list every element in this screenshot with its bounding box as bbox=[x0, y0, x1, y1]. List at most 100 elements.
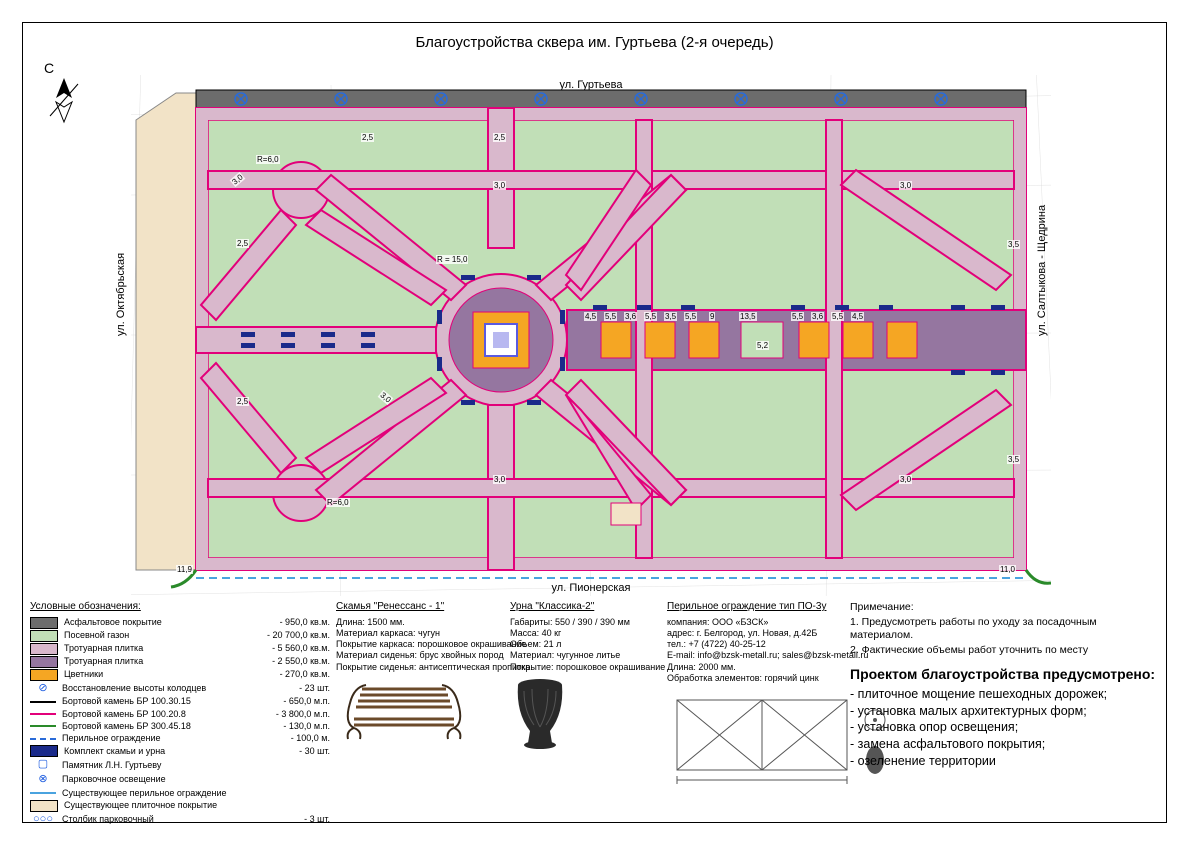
legend-swatch bbox=[30, 701, 56, 703]
dim-30c: 3,0 bbox=[899, 181, 912, 190]
note-line: 2. Фактические объемы работ уточнить по … bbox=[850, 644, 1160, 657]
dim-p135: 13,5 bbox=[739, 312, 757, 321]
scope-line: - плиточное мощение пешеходных дорожек; bbox=[850, 687, 1160, 703]
legend-label: Комплект скамьи и урна bbox=[64, 746, 165, 757]
bench-spec-line: Материал каркаса: чугун bbox=[336, 628, 536, 639]
dim-r2: R=6,0 bbox=[326, 498, 350, 507]
dim-110: 11,0 bbox=[999, 565, 1016, 574]
legend-swatch: ⊘ bbox=[30, 682, 56, 696]
dim-p55b: 5,5 bbox=[644, 312, 657, 321]
legend-label: Бортовой камень БР 100.30.15 bbox=[62, 696, 191, 707]
legend-swatch: ▢ bbox=[30, 758, 56, 772]
legend-heading: Условные обозначения: bbox=[30, 601, 330, 614]
legend-swatch: ○○○ bbox=[30, 813, 56, 827]
dim-35b: 3,5 bbox=[1007, 455, 1020, 464]
legend-label: Существующее плиточное покрытие bbox=[64, 800, 217, 811]
bench-spec-line: Покрытие сиденья: антисептическая пропит… bbox=[336, 662, 536, 673]
legend-value: - 5 560,0 кв.м. bbox=[264, 643, 330, 654]
dim-p55a: 5,5 bbox=[604, 312, 617, 321]
legend-swatch bbox=[30, 630, 58, 642]
dim-p55d: 5,5 bbox=[791, 312, 804, 321]
dim-r1: R=6,0 bbox=[256, 155, 280, 164]
urn-spec-line: Объем: 21 л bbox=[510, 639, 680, 650]
dim-35a: 3,5 bbox=[1007, 240, 1020, 249]
legend-row: Существующее плиточное покрытие bbox=[30, 800, 330, 812]
legend-label: Цветники bbox=[64, 669, 103, 680]
bench-icon bbox=[336, 673, 536, 743]
dim-p52: 5,2 bbox=[756, 341, 769, 350]
dim-p45: 4,5 bbox=[584, 312, 597, 321]
legend-row: ⊗ Парковочное освещение bbox=[30, 773, 330, 787]
compass-icon bbox=[44, 76, 84, 124]
street-right: ул. Салтыкова - Щедрина bbox=[1036, 204, 1048, 335]
legend-swatch bbox=[30, 792, 56, 794]
legend-row: Бортовой камень БР 100.30.15- 650,0 м.п. bbox=[30, 696, 330, 707]
dim-p55e: 5,5 bbox=[831, 312, 844, 321]
bench-spec-line: Длина: 1500 мм. bbox=[336, 617, 536, 628]
street-left: ул. Октябрьская bbox=[115, 252, 127, 335]
legend-value: - 20 700,0 кв.м. bbox=[259, 630, 330, 641]
scope-block: Проектом благоустройства предусмотрено: … bbox=[850, 666, 1160, 770]
legend-swatch: ⊗ bbox=[30, 773, 56, 787]
legend-row: Цветники- 270,0 кв.м. bbox=[30, 669, 330, 681]
legend-label: Парковочное освещение bbox=[62, 774, 166, 785]
legend-label: Существующее перильное ограждение bbox=[62, 788, 227, 799]
notes-and-scope: Примечание: 1. Предусмотреть работы по у… bbox=[850, 601, 1160, 770]
legend-label: Асфальтовое покрытие bbox=[64, 617, 162, 628]
scope-line: - замена асфальтового покрытия; bbox=[850, 737, 1160, 753]
site-plan: ул. Гуртьева ул. Пионерская ул. Октябрьс… bbox=[131, 75, 1051, 596]
urn-spec-line: Габариты: 550 / 390 / 390 мм bbox=[510, 617, 680, 628]
legend-row: Тротуарная плитка - 2 550,0 кв.м. bbox=[30, 656, 330, 668]
legend-value: - 3 шт. bbox=[296, 814, 330, 825]
legend-value: - 3 800,0 м.п. bbox=[268, 709, 330, 720]
legend-swatch bbox=[30, 745, 58, 757]
dim-p55c: 5,5 bbox=[684, 312, 697, 321]
dim-30b: 3,0 bbox=[493, 475, 506, 484]
dim-p45b: 4,5 bbox=[851, 312, 864, 321]
legend-swatch bbox=[30, 669, 58, 681]
page: Благоустройства сквера им. Гуртьева (2-я… bbox=[0, 0, 1189, 845]
dim-30d: 3,0 bbox=[899, 475, 912, 484]
urn-spec-line: Покрытие: порошковое окрашивание bbox=[510, 662, 680, 673]
legend-label: Перильное ограждение bbox=[62, 733, 161, 744]
legend-label: Тротуарная плитка bbox=[64, 643, 143, 654]
legend-row: Комплект скамьи и урна - 30 шт. bbox=[30, 745, 330, 757]
dim-p36b: 3,6 bbox=[811, 312, 824, 321]
legend-row: Бортовой камень БР 100.20.8- 3 800,0 м.п… bbox=[30, 709, 330, 720]
legend-swatch bbox=[30, 725, 56, 727]
urn-title: Урна "Классика-2" bbox=[510, 601, 680, 614]
legend-label: Тротуарная плитка bbox=[64, 656, 143, 667]
legend-value: - 2 550,0 кв.м. bbox=[264, 656, 330, 667]
dim-119: 11,9 bbox=[176, 565, 193, 574]
legend-column: Условные обозначения: Асфальтовое покрыт… bbox=[30, 601, 330, 828]
dim-25a: 2,5 bbox=[361, 133, 374, 142]
legend-row: Бортовой камень БР 300.45.18- 130,0 м.п. bbox=[30, 721, 330, 732]
urn-spec: Урна "Классика-2" Габариты: 550 / 390 / … bbox=[510, 601, 680, 753]
dim-25d: 2,5 bbox=[236, 397, 249, 406]
legend-value: - 950,0 кв.м. bbox=[272, 617, 330, 628]
bench-spec-line: Материал сиденья: брус хвойных пород bbox=[336, 650, 536, 661]
legend-swatch bbox=[30, 800, 58, 812]
legend-label: Памятник Л.Н. Гуртьеву bbox=[62, 760, 161, 771]
legend-label: Посевной газон bbox=[64, 630, 129, 641]
scope-line: - установка малых архитектурных форм; bbox=[850, 704, 1160, 720]
legend-value: - 30 шт. bbox=[291, 746, 330, 757]
dim-25b: 2,5 bbox=[493, 133, 506, 142]
urn-spec-line: Материал: чугунное литье bbox=[510, 650, 680, 661]
dim-30a: 3,0 bbox=[493, 181, 506, 190]
urn-spec-line: Масса: 40 кг bbox=[510, 628, 680, 639]
street-bottom: ул. Пионерская bbox=[131, 582, 1051, 594]
scope-line: - озеленение территории bbox=[850, 754, 1160, 770]
legend-label: Восстановление высоты колодцев bbox=[62, 683, 206, 694]
bench-title: Скамья "Ренессанс - 1" bbox=[336, 601, 536, 614]
notes-heading: Примечание: bbox=[850, 601, 1160, 614]
legend-row: Асфальтовое покрытие - 950,0 кв.м. bbox=[30, 617, 330, 629]
plan-svg bbox=[131, 75, 1051, 596]
dim-r-big: R = 15,0 bbox=[436, 255, 468, 264]
legend-swatch bbox=[30, 738, 56, 740]
legend-swatch bbox=[30, 713, 56, 715]
scope-line: - установка опор освещения; bbox=[850, 720, 1160, 736]
dim-p35: 3,5 bbox=[664, 312, 677, 321]
legend-row: Посевной газон - 20 700,0 кв.м. bbox=[30, 630, 330, 642]
dim-p9: 9 bbox=[709, 312, 715, 321]
